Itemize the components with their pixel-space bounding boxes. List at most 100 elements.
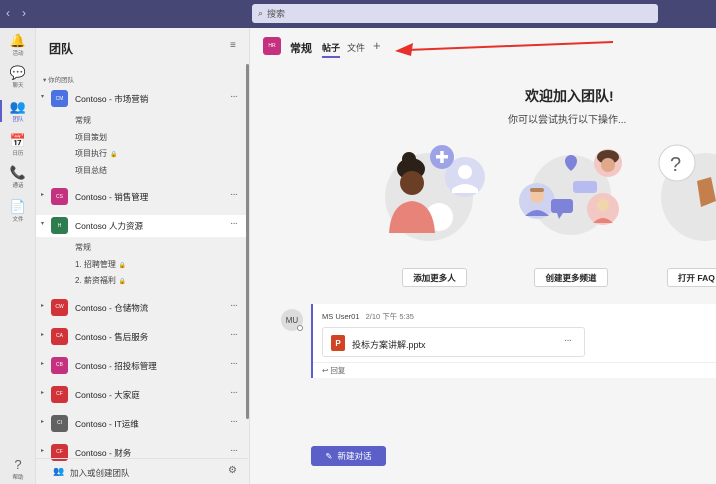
chevron-right-icon[interactable]: ▸ — [41, 447, 44, 454]
powerpoint-icon: P — [331, 335, 345, 351]
rail-phone[interactable]: 📞 通话 — [0, 165, 36, 190]
channel-name: 2. 薪资福利 — [75, 276, 116, 285]
chevron-down-icon[interactable]: ▾ — [41, 93, 44, 100]
channel-item[interactable]: 常规 — [75, 242, 91, 253]
team-row[interactable]: ▾ H Contoso 人力资源 ··· — [36, 215, 248, 237]
reply-button[interactable]: ↩ 回复 — [313, 362, 716, 378]
more-options-icon[interactable]: ··· — [230, 387, 238, 398]
file-name[interactable]: 投标方案讲解.pptx — [352, 338, 426, 351]
forward-arrow-icon[interactable]: › — [22, 6, 26, 20]
team-name: Contoso - 市场营销 — [75, 94, 149, 104]
file-attachment[interactable]: P 投标方案讲解.pptx ··· — [322, 327, 585, 357]
welcome-subtitle: 你可以尝试执行以下操作... — [508, 115, 627, 126]
team-row[interactable]: ▸ CB Contoso - 招投标管理 ··· — [36, 355, 248, 377]
more-options-icon[interactable]: ··· — [230, 358, 238, 369]
more-options-icon[interactable]: ··· — [230, 218, 238, 229]
rail-chat[interactable]: 💬 聊天 — [0, 66, 36, 90]
rail-label: 聊天 — [12, 83, 24, 89]
team-row[interactable]: ▸ CS Contoso - 销售管理 ··· — [36, 186, 248, 208]
chevron-right-icon[interactable]: ▸ — [41, 418, 44, 425]
join-create-team-link[interactable]: 加入或创建团队 — [70, 467, 130, 479]
rail-calendar[interactable]: 📅 日历 — [0, 133, 36, 158]
team-name: Contoso - 售后服务 — [75, 331, 149, 342]
tab-posts[interactable]: 帖子 — [322, 41, 341, 58]
channel-item[interactable]: 常规 — [75, 115, 91, 126]
help-icon: ? — [14, 457, 22, 472]
phone-icon: 📞 — [9, 165, 27, 180]
more-options-icon[interactable]: ··· — [230, 329, 238, 340]
channel-item[interactable]: 项目执行 🔒 — [75, 148, 117, 159]
chevron-down-icon[interactable]: ▾ — [41, 220, 44, 227]
rail-label: 帮助 — [12, 475, 24, 481]
team-row[interactable]: ▸ CI Contoso - IT运维 ··· — [36, 413, 248, 435]
more-options-icon[interactable]: ··· — [230, 416, 238, 427]
channel-item[interactable]: 项目总结 — [75, 165, 107, 176]
channel-item[interactable]: 2. 薪资福利 🔒 — [75, 275, 126, 286]
team-name: Contoso - 招投标管理 — [75, 360, 157, 371]
chevron-right-icon[interactable]: ▸ — [41, 389, 44, 396]
rail-label: 活动 — [12, 51, 24, 57]
files-icon: 📄 — [9, 199, 27, 214]
new-conversation-button[interactable]: ✎ 新建对话 — [311, 446, 386, 466]
filter-icon[interactable]: ≡ — [230, 40, 236, 51]
team-row[interactable]: ▸ CA Contoso - 售后服务 ··· — [36, 326, 248, 348]
channel-name: 项目执行 — [75, 149, 107, 158]
avatar-initials: MU — [285, 315, 299, 325]
team-avatar: CS — [51, 188, 68, 205]
team-row[interactable]: ▸ CF Contoso - 大家庭 ··· — [36, 384, 248, 406]
teams-icon: 👥 — [9, 99, 27, 114]
rail-bell[interactable]: 🔔 活动 — [0, 33, 36, 58]
team-name: Contoso - 仓储物流 — [75, 302, 149, 313]
team-avatar: CI — [51, 414, 68, 432]
bell-icon: 🔔 — [9, 33, 27, 48]
post-card: MS User01 2/10 下午 5:35 P 投标方案讲解.pptx ···… — [311, 304, 716, 378]
panel-title: 团队 — [49, 42, 74, 56]
rail-label: 文件 — [12, 217, 24, 223]
team-avatar: CA — [51, 327, 68, 345]
channel-name: 项目总结 — [75, 165, 107, 175]
gear-icon[interactable]: ⚙ — [228, 465, 237, 476]
channel-name: 常规 — [75, 243, 91, 252]
panel-scrollbar[interactable] — [246, 64, 249, 419]
channel-name: 项目策划 — [75, 132, 107, 142]
add-more-people-button[interactable]: 添加更多人 — [402, 268, 467, 287]
team-row[interactable]: ▾ CM Contoso - 市场营销 ··· — [36, 88, 248, 110]
open-faq-button[interactable]: 打开 FAQ — [667, 268, 716, 287]
chevron-right-icon[interactable]: ▸ — [41, 191, 44, 198]
reply-label: 回复 — [330, 366, 346, 375]
search-input[interactable]: ⌕ 搜索 — [252, 4, 658, 23]
add-people-illustration — [385, 145, 485, 241]
search-icon: ⌕ — [258, 8, 264, 18]
more-options-icon[interactable]: ··· — [230, 445, 238, 456]
lock-icon: 🔒 — [118, 262, 127, 269]
team-avatar: CB — [51, 356, 68, 374]
tab-files[interactable]: 文件 — [347, 41, 365, 54]
create-more-channels-button[interactable]: 创建更多频道 — [534, 268, 608, 287]
rail-files[interactable]: 📄 文件 — [0, 199, 36, 224]
calendar-icon: 📅 — [9, 133, 27, 148]
new-conversation-label: 新建对话 — [337, 451, 372, 461]
add-tab-icon[interactable]: + — [373, 38, 381, 53]
lock-icon: 🔒 — [110, 152, 118, 158]
more-options-icon[interactable]: ··· — [230, 300, 238, 311]
rail-teams[interactable]: 👥 团队 — [0, 100, 36, 123]
team-row[interactable]: ▸ CW Contoso - 仓储物流 ··· — [36, 297, 248, 319]
chevron-right-icon[interactable]: ▸ — [41, 302, 44, 309]
rail-label: 团队 — [12, 117, 24, 123]
chevron-right-icon[interactable]: ▸ — [41, 331, 44, 338]
back-arrow-icon[interactable]: ‹ — [6, 6, 10, 20]
rail-help[interactable]: ? 帮助 — [0, 457, 36, 482]
more-options-icon[interactable]: ··· — [564, 335, 572, 346]
team-avatar: CF — [51, 385, 68, 403]
channel-item[interactable]: 1. 招聘管理 🔒 — [75, 259, 126, 270]
chevron-right-icon[interactable]: ▸ — [41, 360, 44, 367]
more-options-icon[interactable]: ··· — [230, 91, 238, 102]
svg-text:?: ? — [670, 154, 681, 176]
channel-name: 1. 招聘管理 — [75, 259, 116, 269]
welcome-title: 欢迎加入团队! — [525, 88, 614, 104]
join-team-icon: 👥 — [53, 466, 65, 476]
channel-item[interactable]: 项目策划 — [75, 132, 107, 143]
more-options-icon[interactable]: ··· — [230, 189, 238, 200]
team-name: Contoso - 财务 — [75, 447, 132, 458]
avatar[interactable]: MU — [281, 309, 303, 331]
